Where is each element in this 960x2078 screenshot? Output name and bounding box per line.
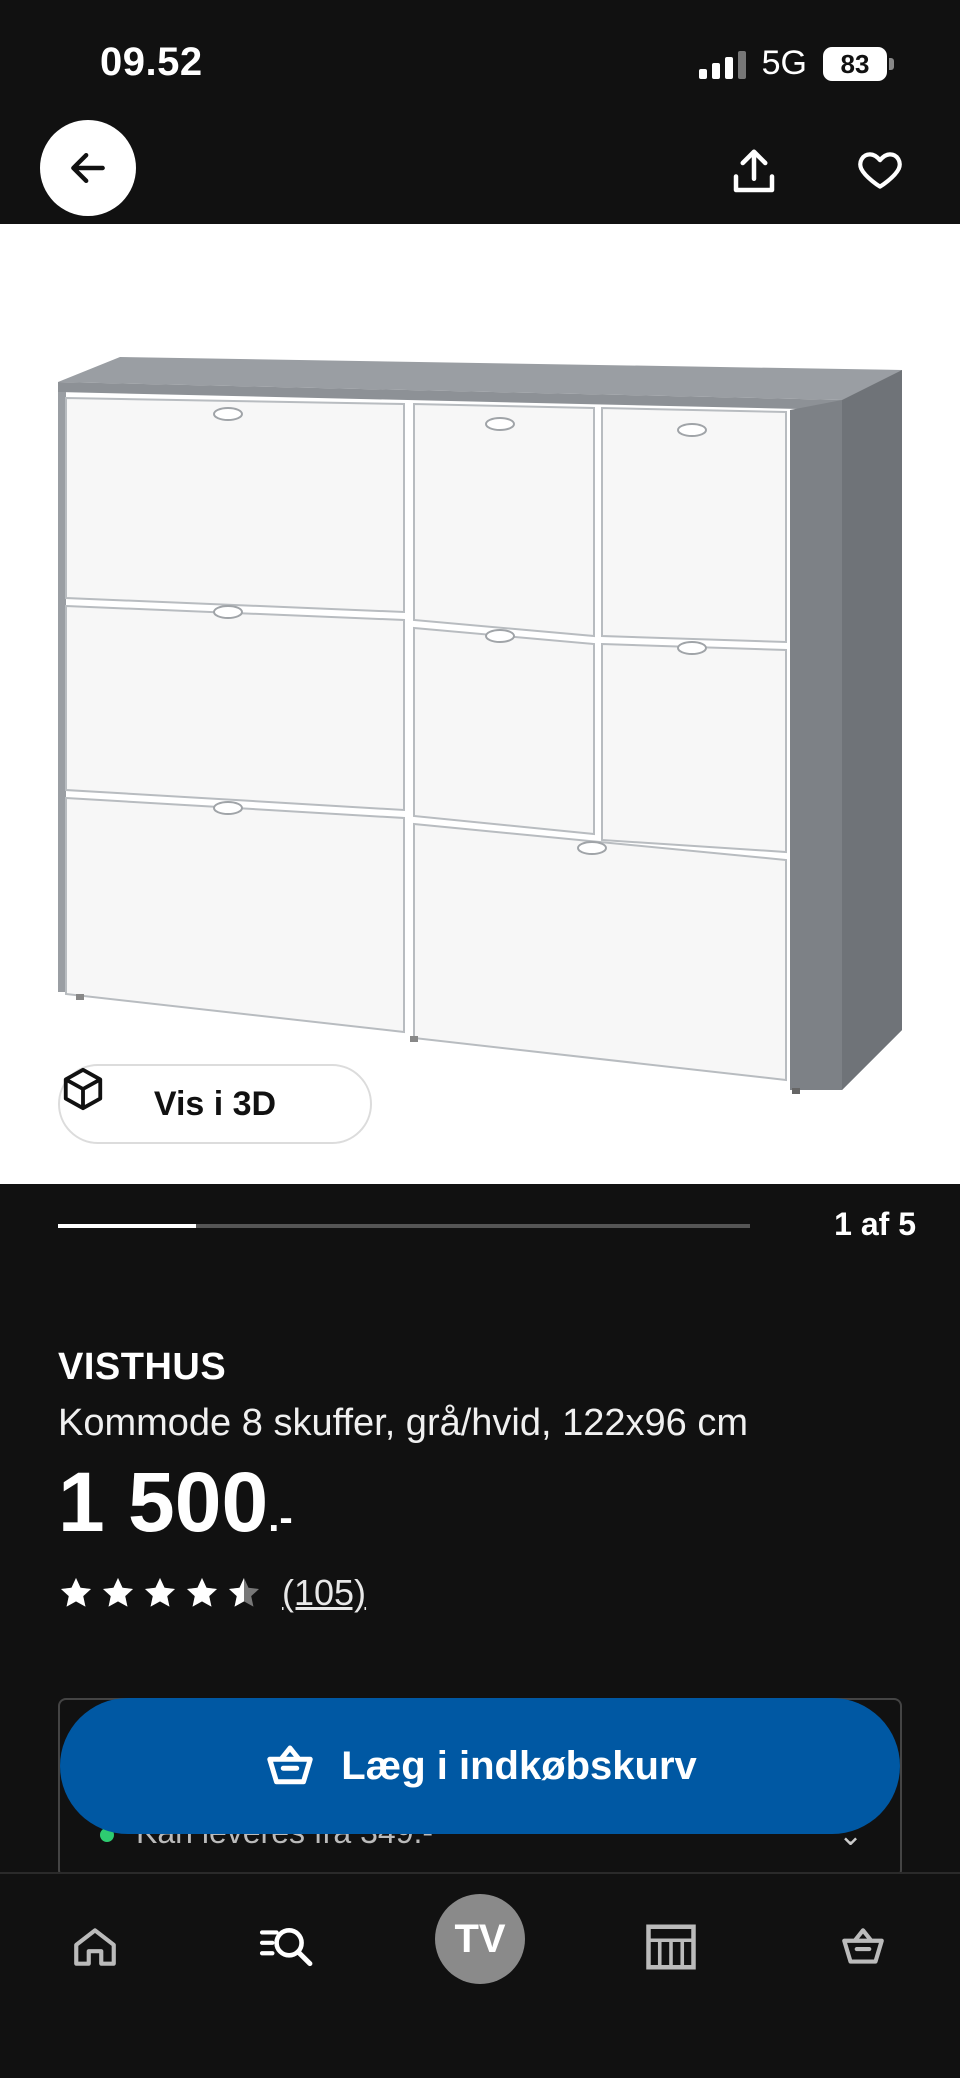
product-image[interactable]: Vis i 3D: [0, 224, 960, 1184]
signal-icon: [698, 49, 746, 79]
store-icon: [646, 1924, 696, 1970]
product-price: 1 500 .-: [58, 1460, 293, 1544]
star-icon: [103, 1578, 133, 1607]
status-bar: 09.52 5G 83: [0, 0, 960, 120]
nav-search[interactable]: [242, 1902, 332, 1992]
star-icon: [61, 1578, 91, 1607]
battery-icon: 83: [823, 46, 894, 81]
view-3d-button[interactable]: Vis i 3D: [58, 1064, 372, 1144]
star-icon: [229, 1578, 259, 1607]
nav-basket[interactable]: [818, 1902, 908, 1992]
nav-home[interactable]: [50, 1902, 140, 1992]
cube-icon: [63, 1067, 103, 1111]
price-value: 1 500: [58, 1455, 269, 1549]
nav-stores[interactable]: [626, 1902, 716, 1992]
basket-icon: [842, 1928, 884, 1964]
home-icon: [74, 1928, 116, 1966]
rating-stars: [58, 1575, 262, 1611]
arrow-left-icon: [71, 152, 105, 184]
battery-level: 83: [823, 46, 887, 81]
bottom-navigation: TV: [0, 1872, 960, 2078]
share-icon: [733, 149, 775, 193]
status-time: 09.52: [100, 40, 203, 84]
view-3d-label: Vis i 3D: [153, 1084, 277, 1123]
add-to-cart-label: Læg i indkøbskurv: [341, 1743, 697, 1788]
price-suffix: .-: [268, 1496, 293, 1540]
gallery-progress-bar: [58, 1224, 750, 1228]
status-indicators: 5G 83: [698, 44, 894, 83]
review-count-link[interactable]: (105): [282, 1572, 366, 1614]
back-button[interactable]: [40, 120, 136, 216]
star-icon: [145, 1578, 175, 1607]
nav-tv[interactable]: TV: [435, 1894, 525, 1984]
product-description: Kommode 8 skuffer, grå/hvid, 122x96 cm: [58, 1402, 748, 1444]
rating[interactable]: (105): [58, 1572, 366, 1614]
network-label: 5G: [761, 44, 807, 82]
gallery-progress-fill: [58, 1224, 197, 1228]
gallery-counter: 1 af 5: [834, 1206, 916, 1242]
share-button[interactable]: [722, 140, 786, 204]
search-icon: [259, 1928, 313, 1967]
basket-icon: [267, 1745, 313, 1785]
star-icon: [187, 1578, 217, 1607]
heart-icon: [858, 152, 902, 189]
dresser-illustration: [58, 357, 902, 1094]
product-name: VISTHUS: [58, 1346, 227, 1388]
add-to-cart-button[interactable]: Læg i indkøbskurv: [60, 1698, 900, 1834]
favorite-button[interactable]: [848, 138, 912, 202]
